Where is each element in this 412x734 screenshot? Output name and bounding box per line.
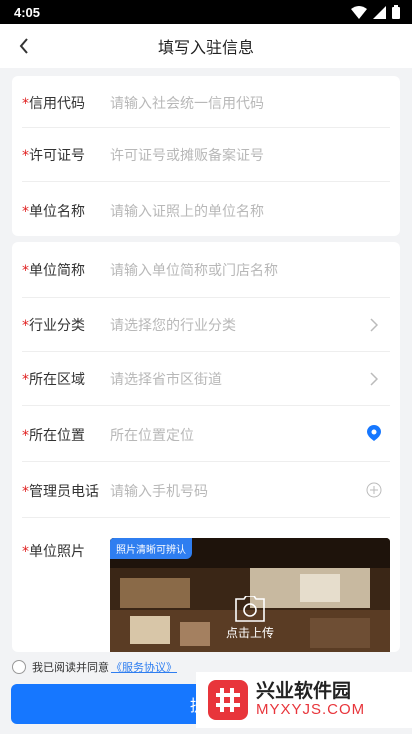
credit-code-label: *信用代码	[22, 96, 85, 112]
watermark-domain: MYXYJS.COM	[256, 701, 366, 719]
license-number-row[interactable]: *许可证号 许可证号或摊贩备案证号	[22, 128, 390, 182]
status-bar: 4:05	[0, 0, 412, 24]
unit-name-row[interactable]: *单位名称 请输入证照上的单位名称	[22, 182, 390, 236]
watermark-name: 兴业软件园	[256, 680, 352, 703]
location-label: *所在位置	[22, 428, 85, 444]
chevron-right-icon	[366, 371, 382, 387]
service-agreement-link[interactable]: 《服务协议》	[111, 659, 177, 675]
chevron-right-icon	[366, 317, 382, 333]
back-button[interactable]	[12, 34, 36, 58]
admin-phone-row[interactable]: *管理员电话 请输入手机号码	[22, 462, 390, 518]
region-select[interactable]: 请选择省市区街道	[110, 369, 222, 389]
nav-bar: 填写入驻信息	[0, 24, 412, 68]
status-time: 4:05	[14, 4, 41, 20]
agreement-row: 我已阅读并同意 《服务协议》	[12, 658, 177, 676]
camera-icon	[235, 596, 265, 622]
unit-photo-label: *单位照片	[22, 544, 85, 560]
upload-label: 点击上传	[225, 626, 274, 640]
detail-info-card: *单位简称 请输入单位简称或门店名称 *行业分类 请选择您的行业分类 *所在区域…	[12, 242, 400, 652]
location-input[interactable]: 所在位置定位	[110, 425, 194, 445]
chevron-left-icon	[19, 38, 28, 54]
industry-row[interactable]: *行业分类 请选择您的行业分类	[22, 298, 390, 352]
location-pin-icon[interactable]	[366, 425, 382, 441]
plus-circle-icon[interactable]	[366, 482, 382, 498]
credit-code-input[interactable]: 请输入社会统一信用代码	[110, 93, 264, 113]
status-icons	[351, 5, 400, 19]
unit-short-name-input[interactable]: 请输入单位简称或门店名称	[110, 260, 278, 280]
credit-code-row[interactable]: *信用代码 请输入社会统一信用代码	[22, 76, 390, 128]
region-row[interactable]: *所在区域 请选择省市区街道	[22, 352, 390, 406]
page-title: 填写入驻信息	[157, 38, 254, 57]
wifi-icon	[351, 5, 367, 19]
agreement-checkbox[interactable]	[12, 660, 26, 674]
watermark-logo	[208, 680, 248, 720]
admin-phone-label: *管理员电话	[22, 484, 99, 500]
battery-icon	[392, 5, 400, 19]
region-label: *所在区域	[22, 372, 85, 388]
photo-upload-area[interactable]: 照片清晰可辨认 点击上传	[110, 538, 390, 652]
photo-tip-badge: 照片清晰可辨认	[110, 538, 192, 559]
unit-short-name-row[interactable]: *单位简称 请输入单位简称或门店名称	[22, 242, 390, 298]
license-number-label: *许可证号	[22, 148, 85, 164]
agreement-text: 我已阅读并同意	[32, 661, 109, 674]
location-row[interactable]: *所在位置 所在位置定位	[22, 406, 390, 462]
admin-phone-input[interactable]: 请输入手机号码	[110, 481, 208, 501]
industry-label: *行业分类	[22, 318, 85, 334]
signal-icon	[373, 5, 386, 19]
license-number-input[interactable]: 许可证号或摊贩备案证号	[110, 145, 264, 165]
unit-name-input[interactable]: 请输入证照上的单位名称	[110, 201, 264, 221]
industry-select[interactable]: 请选择您的行业分类	[110, 315, 236, 335]
watermark-text: 兴业软件园 MYXYJS.COM	[256, 681, 365, 718]
unit-short-name-label: *单位简称	[22, 263, 85, 279]
basic-info-card: *信用代码 请输入社会统一信用代码 *许可证号 许可证号或摊贩备案证号 *单位名…	[12, 76, 400, 236]
watermark: 兴业软件园 MYXYJS.COM	[196, 672, 412, 728]
unit-name-label: *单位名称	[22, 204, 85, 220]
